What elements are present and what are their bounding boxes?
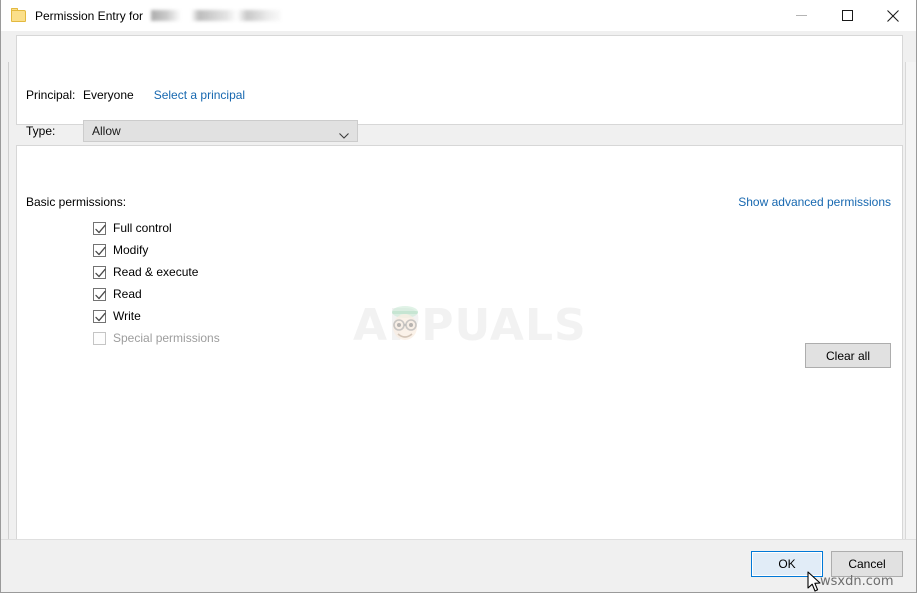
minimize-icon[interactable] — [778, 0, 824, 31]
cancel-button[interactable]: Cancel — [831, 551, 903, 577]
permissions-list: Full control Modify Read & execute Read Writ… — [93, 217, 220, 349]
window-title: Permission Entry for — [35, 8, 282, 23]
permission-label: Write — [113, 309, 141, 323]
principal-row: Principal: Everyone Select a principal — [26, 88, 245, 102]
checkbox-special-permissions — [93, 331, 106, 345]
permissions-group: Basic permissions: Show advanced permiss… — [16, 145, 903, 539]
type-row: Type: Allow — [26, 120, 358, 142]
footer-buttons: OK Cancel — [751, 551, 903, 577]
permission-row: Special permissions — [93, 327, 220, 349]
dialog-footer: OK Cancel — [1, 539, 916, 592]
permission-label: Read — [113, 287, 142, 301]
type-label: Type: — [26, 124, 56, 138]
show-advanced-permissions-link[interactable]: Show advanced permissions — [738, 195, 891, 209]
permission-label: Full control — [113, 221, 172, 235]
check-icon — [95, 246, 106, 255]
permission-row[interactable]: Full control — [93, 217, 220, 239]
principal-group: Principal: Everyone Select a principal T… — [16, 35, 903, 142]
clear-all-button[interactable]: Clear all — [805, 343, 891, 368]
check-icon — [95, 224, 106, 233]
folder-icon — [11, 7, 27, 24]
chevron-down-icon — [339, 128, 349, 139]
checkbox-full-control[interactable] — [93, 221, 106, 235]
basic-permissions-label: Basic permissions: — [26, 195, 127, 209]
type-select-value: Allow — [92, 124, 121, 138]
permission-row[interactable]: Write — [93, 305, 220, 327]
type-select[interactable]: Allow — [83, 120, 358, 142]
ok-button[interactable]: OK — [751, 551, 823, 577]
principal-value: Everyone — [83, 88, 134, 102]
checkbox-read-execute[interactable] — [93, 265, 106, 279]
dialog-content: Principal: Everyone Select a principal T… — [1, 31, 916, 539]
permission-row[interactable]: Read — [93, 283, 220, 305]
check-icon — [95, 268, 106, 277]
checkbox-write[interactable] — [93, 309, 106, 323]
check-icon — [95, 290, 106, 299]
principal-label: Principal: — [26, 88, 76, 102]
window-title-text: Permission Entry for — [35, 8, 144, 23]
checkbox-read[interactable] — [93, 287, 106, 301]
permission-row[interactable]: Modify — [93, 239, 220, 261]
permission-label: Read & execute — [113, 265, 199, 279]
check-icon — [95, 312, 106, 321]
right-edge-strip — [905, 62, 916, 539]
permission-row[interactable]: Read & execute — [93, 261, 220, 283]
maximize-icon[interactable] — [824, 0, 870, 31]
select-principal-link[interactable]: Select a principal — [154, 88, 245, 102]
left-edge-strip — [1, 62, 9, 539]
window-controls — [778, 0, 916, 31]
close-icon[interactable] — [870, 0, 916, 31]
checkbox-modify[interactable] — [93, 243, 106, 257]
permission-label: Special permissions — [113, 331, 220, 345]
permission-entry-dialog: Permission Entry for Principal: Everyone… — [0, 0, 917, 593]
title-bar: Permission Entry for — [1, 0, 916, 31]
window-title-blurred-path — [151, 10, 282, 21]
permission-label: Modify — [113, 243, 149, 257]
